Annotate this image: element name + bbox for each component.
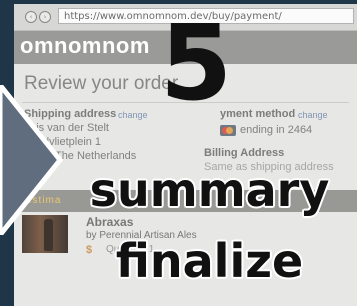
step-title-summary: summary <box>89 163 330 217</box>
step-number: 5 <box>159 2 233 124</box>
right-arrow-icon <box>0 85 64 235</box>
step-title-finalize: finalize <box>115 234 304 288</box>
